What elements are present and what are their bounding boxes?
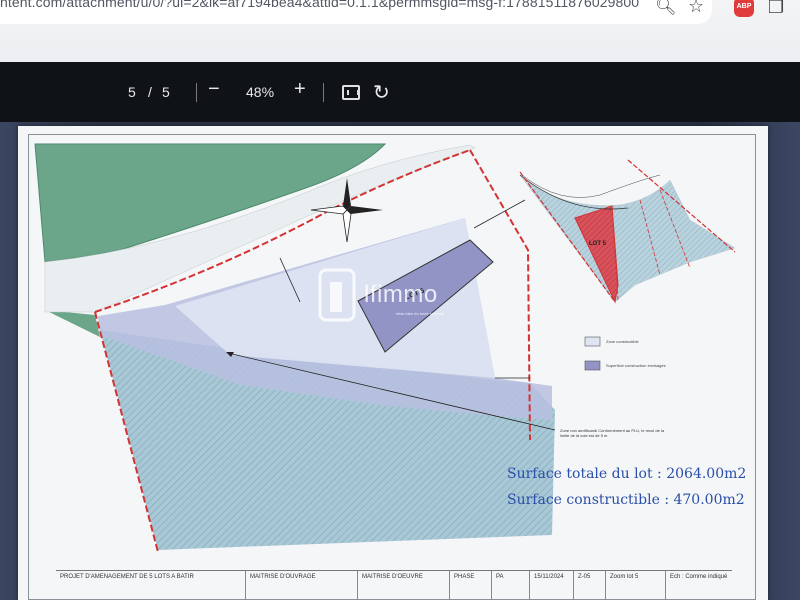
maitrise-oeuvre: MAITRISE D'OEUVRE: [358, 571, 450, 600]
legend-swatch-buildable: [584, 336, 601, 347]
phase-label: PHASE: [450, 571, 492, 600]
sheet-number: Z-05: [574, 571, 606, 600]
watermark-tagline: mise bien en toute sérénité: [396, 311, 445, 316]
maitrise-ouvrage: MAITRISE D'OUVRAGE: [246, 571, 358, 600]
legend-label-buildable: Zone constructible: [606, 339, 639, 344]
phase-value: PA: [492, 571, 530, 600]
dimension-line: [473, 199, 526, 229]
zone-note: Zone non aedificandi Conformément au PLU…: [560, 428, 665, 438]
title-block: PROJET D'AMENAGEMENT DE 5 LOTS A BATIR M…: [56, 570, 732, 600]
surface-total-text: Surface totale du lot : 2064.00m2: [507, 466, 747, 482]
green-zone-small: [45, 310, 100, 337]
watermark-brand: lfimmo: [364, 281, 438, 308]
scale-note: Ech : Comme indiqué: [670, 574, 728, 580]
sheet-title: Zoom lot 5: [606, 571, 666, 600]
legend-swatch-construction: [584, 360, 601, 371]
project-title: PROJET D'AMENAGEMENT DE 5 LOTS A BATIR: [56, 571, 246, 600]
location-map: [519, 159, 736, 304]
sheet-date: 15/11/2024: [530, 571, 574, 600]
surface-constructible-text: Surface constructible : 470.00m2: [507, 492, 745, 508]
legend-label-construction: Superficie construction envisagée: [606, 363, 666, 368]
lot-label-small: LOT 5: [589, 241, 607, 247]
